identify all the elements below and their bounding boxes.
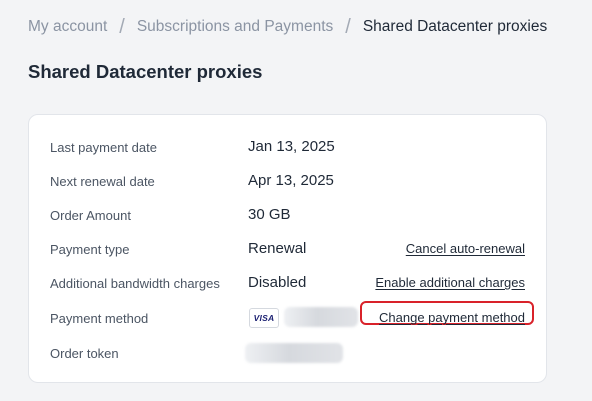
visa-card-icon: VISA xyxy=(249,308,279,328)
breadcrumb-separator: / xyxy=(119,16,125,38)
last-payment-value: Jan 13, 2025 xyxy=(248,138,335,155)
last-payment-label: Last payment date xyxy=(50,140,157,155)
payment-method-row: Payment method VISA Change payment metho… xyxy=(29,301,546,331)
breadcrumb-separator: / xyxy=(345,16,351,38)
payment-type-value: Renewal xyxy=(248,240,307,257)
order-token-label: Order token xyxy=(50,346,119,361)
breadcrumb-subscriptions[interactable]: Subscriptions and Payments xyxy=(137,18,333,36)
next-renewal-value: Apr 13, 2025 xyxy=(248,172,334,189)
payment-method-label: Payment method xyxy=(50,311,149,326)
payment-type-label: Payment type xyxy=(50,242,130,257)
breadcrumb-my-account[interactable]: My account xyxy=(28,18,107,36)
next-renewal-row: Next renewal date Apr 13, 2025 xyxy=(29,170,546,194)
order-amount-label: Order Amount xyxy=(50,208,131,223)
additional-charges-label: Additional bandwidth charges xyxy=(50,276,220,291)
next-renewal-label: Next renewal date xyxy=(50,174,155,189)
masked-order-token xyxy=(245,343,343,363)
last-payment-row: Last payment date Jan 13, 2025 xyxy=(29,136,546,160)
breadcrumb-current: Shared Datacenter proxies xyxy=(362,18,548,35)
cancel-auto-renewal-link[interactable]: Cancel auto-renewal xyxy=(406,241,525,256)
enable-additional-charges-link[interactable]: Enable additional charges xyxy=(375,275,525,290)
masked-card-number xyxy=(284,307,358,327)
order-amount-row: Order Amount 30 GB xyxy=(29,204,546,228)
subscription-details-card: Last payment date Jan 13, 2025 Next rene… xyxy=(28,114,547,383)
additional-charges-row: Additional bandwidth charges Disabled En… xyxy=(29,272,546,296)
payment-type-row: Payment type Renewal Cancel auto-renewal xyxy=(29,238,546,262)
breadcrumb: My account / Subscriptions and Payments … xyxy=(28,17,547,37)
additional-charges-value: Disabled xyxy=(248,274,307,291)
order-amount-value: 30 GB xyxy=(248,206,291,223)
visa-card-brand: VISA xyxy=(253,313,275,323)
page-title: Shared Datacenter proxies xyxy=(28,61,263,82)
change-payment-method-link[interactable]: Change payment method xyxy=(379,310,525,325)
order-token-row: Order token xyxy=(29,342,546,366)
